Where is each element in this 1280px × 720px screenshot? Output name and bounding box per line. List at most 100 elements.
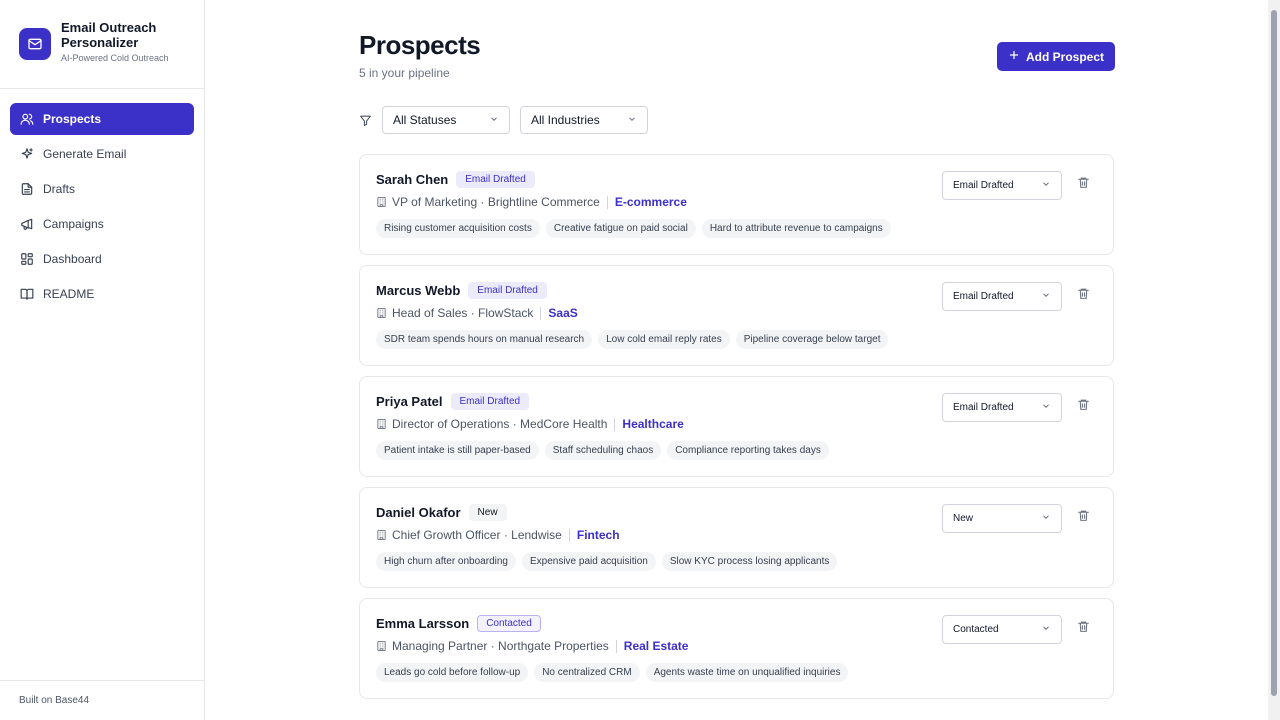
pain-point-tag: Slow KYC process losing applicants bbox=[661, 552, 838, 571]
delete-prospect-button[interactable] bbox=[1076, 620, 1090, 638]
prospect-card[interactable]: Sarah Chen Email Drafted VP of Marketing… bbox=[359, 154, 1114, 255]
prospect-name: Sarah Chen bbox=[376, 172, 449, 187]
pain-points: Rising customer acquisition costs Creati… bbox=[376, 219, 897, 238]
trash-icon bbox=[1077, 620, 1090, 638]
status-select[interactable]: Email Drafted bbox=[942, 171, 1062, 200]
brand-subtitle: AI-Powered Cold Outreach bbox=[61, 53, 169, 63]
trash-icon bbox=[1077, 176, 1090, 194]
prospect-title-company: Head of Sales · FlowStack bbox=[392, 306, 534, 320]
delete-prospect-button[interactable] bbox=[1076, 287, 1090, 305]
status-select[interactable]: Email Drafted bbox=[942, 393, 1062, 422]
sidebar-item-label: Drafts bbox=[43, 182, 76, 196]
pain-point-tag: SDR team spends hours on manual research bbox=[376, 330, 593, 349]
status-select-value: New bbox=[953, 513, 974, 524]
sparkles-icon bbox=[20, 147, 34, 161]
chevron-down-icon bbox=[489, 113, 499, 127]
filters-bar: All Statuses All Industries bbox=[359, 106, 658, 134]
pain-point-tag: Leads go cold before follow-up bbox=[376, 663, 529, 682]
sidebar-item-label: Prospects bbox=[43, 112, 102, 126]
prospect-name: Daniel Okafor bbox=[376, 505, 461, 520]
prospect-card[interactable]: Emma Larsson Contacted Managing Partner … bbox=[359, 598, 1114, 699]
pain-points: High churn after onboarding Expensive pa… bbox=[376, 552, 843, 571]
pain-point-tag: High churn after onboarding bbox=[376, 552, 516, 571]
sidebar-item-drafts[interactable]: Drafts bbox=[10, 173, 194, 205]
trash-icon bbox=[1077, 509, 1090, 527]
status-badge: Email Drafted bbox=[456, 171, 535, 188]
status-select-value: Contacted bbox=[953, 624, 999, 635]
prospect-title-company: Director of Operations · MedCore Health bbox=[392, 417, 608, 431]
filter-icon bbox=[359, 113, 373, 127]
industry-filter-value: All Industries bbox=[531, 113, 600, 127]
pain-point-tag: Rising customer acquisition costs bbox=[376, 219, 540, 238]
page-subtitle: 5 in your pipeline bbox=[359, 66, 450, 80]
prospect-card[interactable]: Marcus Webb Email Drafted Head of Sales … bbox=[359, 265, 1114, 366]
scrollbar[interactable] bbox=[1268, 0, 1280, 720]
prospect-card[interactable]: Daniel Okafor New Chief Growth Officer ·… bbox=[359, 487, 1114, 588]
pain-points: Patient intake is still paper-based Staf… bbox=[376, 441, 835, 460]
sidebar-item-label: README bbox=[43, 287, 95, 301]
sidebar-item-label: Dashboard bbox=[43, 252, 102, 266]
book-icon bbox=[20, 287, 34, 301]
status-select-value: Email Drafted bbox=[953, 402, 1014, 413]
pain-point-tag: Staff scheduling chaos bbox=[544, 441, 662, 460]
status-select[interactable]: Email Drafted bbox=[942, 282, 1062, 311]
sidebar-footer: Built on Base44 bbox=[0, 680, 204, 720]
brand-title: Email Outreach Personalizer bbox=[61, 20, 157, 50]
add-prospect-label: Add Prospect bbox=[1025, 49, 1104, 64]
status-select[interactable]: New bbox=[942, 504, 1062, 533]
page-title: Prospects bbox=[359, 30, 481, 60]
status-select[interactable]: Contacted bbox=[942, 615, 1062, 644]
file-icon bbox=[20, 182, 34, 196]
sidebar-item-generate-email[interactable]: Generate Email bbox=[10, 138, 194, 170]
divider bbox=[568, 528, 570, 542]
prospect-card[interactable]: Priya Patel Email Drafted Director of Op… bbox=[359, 376, 1114, 477]
industry-filter-select[interactable]: All Industries bbox=[520, 106, 648, 134]
users-icon bbox=[20, 112, 34, 126]
pain-point-tag: Expensive paid acquisition bbox=[521, 552, 656, 571]
chevron-down-icon bbox=[1041, 623, 1051, 636]
prospect-title-company: VP of Marketing · Brightline Commerce bbox=[392, 195, 600, 209]
delete-prospect-button[interactable] bbox=[1076, 399, 1090, 414]
add-prospect-button[interactable]: Add Prospect bbox=[997, 42, 1115, 71]
prospect-title-company: Managing Partner · Northgate Properties bbox=[392, 639, 609, 653]
divider bbox=[614, 417, 616, 431]
delete-prospect-button[interactable] bbox=[1076, 176, 1090, 194]
prospect-industry: Real Estate bbox=[623, 639, 689, 653]
mail-icon bbox=[19, 28, 51, 60]
sidebar-nav: Prospects Generate Email Drafts Campaign… bbox=[0, 89, 204, 327]
status-badge: Contacted bbox=[477, 615, 541, 632]
sidebar-item-campaigns[interactable]: Campaigns bbox=[10, 208, 194, 240]
status-select-value: Email Drafted bbox=[953, 291, 1014, 302]
pain-point-tag: Patient intake is still paper-based bbox=[376, 441, 539, 460]
divider bbox=[615, 639, 617, 653]
scrollbar-thumb[interactable] bbox=[1271, 10, 1277, 696]
status-filter-select[interactable]: All Statuses bbox=[382, 106, 510, 134]
chevron-down-icon bbox=[1041, 512, 1051, 525]
megaphone-icon bbox=[20, 217, 34, 231]
sidebar-item-readme[interactable]: README bbox=[10, 278, 194, 310]
pain-point-tag: Pipeline coverage below target bbox=[735, 330, 889, 349]
status-badge: Email Drafted bbox=[450, 393, 530, 410]
pain-points: SDR team spends hours on manual research… bbox=[376, 330, 894, 349]
pain-point-tag: Low cold email reply rates bbox=[598, 330, 730, 349]
trash-icon bbox=[1077, 287, 1090, 305]
prospect-name: Marcus Webb bbox=[376, 283, 461, 298]
sidebar-item-label: Generate Email bbox=[43, 147, 127, 161]
divider bbox=[606, 195, 608, 209]
delete-prospect-button[interactable] bbox=[1076, 509, 1090, 527]
sidebar-item-dashboard[interactable]: Dashboard bbox=[10, 243, 194, 275]
status-badge: Email Drafted bbox=[468, 282, 547, 299]
building-icon bbox=[376, 418, 387, 430]
status-badge: New bbox=[468, 504, 507, 521]
prospect-name: Emma Larsson bbox=[376, 616, 470, 631]
chevron-down-icon bbox=[1041, 290, 1051, 303]
building-icon bbox=[376, 529, 387, 541]
prospect-industry: Healthcare bbox=[622, 417, 684, 431]
pain-points: Leads go cold before follow-up No centra… bbox=[376, 663, 854, 682]
prospect-name: Priya Patel bbox=[376, 394, 443, 409]
grid-icon bbox=[20, 252, 34, 266]
plus-icon bbox=[1008, 49, 1020, 64]
sidebar-item-label: Campaigns bbox=[43, 217, 104, 231]
pain-point-tag: Hard to attribute revenue to campaigns bbox=[701, 219, 891, 238]
sidebar-item-prospects[interactable]: Prospects bbox=[10, 103, 194, 135]
